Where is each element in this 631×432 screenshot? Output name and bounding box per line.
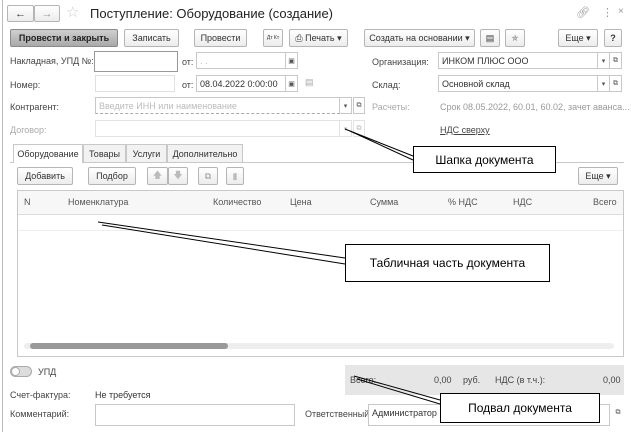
number-label: Номер: [10,80,41,90]
vat-total-value: 0,00 [603,375,621,385]
structure-icon[interactable]: ▤ [480,29,500,47]
chevron-down-icon[interactable]: ▾ [340,97,352,114]
comment-input[interactable] [95,404,295,426]
close-icon[interactable]: × [618,6,624,17]
open-icon[interactable]: ⧉ [353,97,365,114]
responsible-label: Ответственный: [305,409,372,419]
column-header-item[interactable]: Номенклатура [68,197,128,207]
tab-additional[interactable]: Дополнительно [167,144,243,162]
total-label: Всего: [350,375,377,385]
invoice-status-label: Счет-фактура: [10,390,71,400]
upd-label: УПД [38,367,57,377]
payments-link[interactable]: Срок 08.05.2022, 60.01, 60.02, зачет ава… [440,102,630,112]
column-header-sum[interactable]: Сумма [370,197,398,207]
callout-footer: Подвал документа [440,393,600,423]
invoice-number-input[interactable] [94,51,178,72]
chevron-down-icon[interactable]: ▾ [340,120,352,137]
org-label: Организация: [372,57,429,67]
column-header-total[interactable]: Всего [593,197,617,207]
column-header-quantity[interactable]: Количество [213,197,261,207]
total-value: 0,00 [434,375,452,385]
attachment-icon[interactable]: ✯ [505,29,525,47]
post-and-close-button[interactable]: Провести и закрыть [10,29,118,47]
move-up-button[interactable]: 🡅 [147,167,168,185]
chevron-down-icon: ▾ [583,32,591,43]
chevron-down-icon: ▾ [334,32,342,43]
payments-label: Расчеты: [372,102,410,112]
invoice-label: Накладная, УПД №: [10,56,94,66]
contract-input[interactable] [95,120,340,137]
open-icon[interactable]: ⧉ [353,120,365,137]
more-button[interactable]: Еще ▾ [558,29,598,47]
history-icon[interactable]: ▤ [305,77,314,88]
tab-equipment[interactable]: Оборудование [13,144,83,163]
totals-panel [345,365,624,395]
tab-services[interactable]: Услуги [126,144,167,162]
link-icon[interactable]: 🔗︎ [576,6,590,19]
open-icon[interactable]: ⧉ [612,404,624,421]
warehouse-label: Склад: [372,80,401,90]
comment-label: Комментарий: [10,409,70,419]
vat-on-top-link[interactable]: НДС сверху [440,125,490,135]
create-based-on-button[interactable]: Создать на основании ▾ [364,29,475,47]
warehouse-input[interactable]: Основной склад [438,75,598,92]
chevron-down-icon[interactable]: ▾ [598,52,610,69]
table-row-separator [18,230,623,231]
forward-button[interactable]: → [34,5,60,22]
window-title: Поступление: Оборудование (создание) [90,6,334,21]
move-down-button[interactable]: 🡇 [168,167,188,185]
calendar-icon[interactable]: ▣ [286,52,298,69]
callout-header: Шапка документа [413,146,556,173]
favorite-star-icon[interactable]: ☆ [66,3,79,21]
dt-kt-button[interactable]: Дт Кт [263,29,283,47]
organization-input[interactable]: ИНКОМ ПЛЮС ООО [438,52,598,69]
contract-label: Договор: [10,125,47,135]
invoice-date-input[interactable]: . . [196,52,286,69]
callout-table: Табличная часть документа [345,244,550,282]
counterparty-input[interactable]: Введите ИНН или наименование [95,97,340,114]
save-button[interactable]: Записать [124,29,179,47]
pick-button[interactable]: Подбор [88,167,136,185]
printer-icon: ⎙ [295,32,306,43]
date-input[interactable]: 08.04.2022 0:00:00 [196,75,286,92]
paste-icon[interactable]: ▮ [226,167,244,185]
column-header-vat-rate[interactable]: % НДС [448,197,478,207]
copy-icon[interactable]: ⧉ [198,167,218,185]
invoice-from-label: от: [182,57,194,67]
vat-total-label: НДС (в т.ч.): [495,375,546,385]
scrollbar-thumb[interactable] [30,343,228,349]
chevron-down-icon[interactable]: ▾ [598,75,610,92]
help-button[interactable]: ? [604,29,622,47]
chevron-down-icon: ▾ [462,32,470,43]
column-header-price[interactable]: Цена [290,197,312,207]
add-button[interactable]: Добавить [17,167,73,185]
post-button[interactable]: Провести [194,29,247,47]
calendar-icon[interactable]: ▣ [286,75,298,92]
date-from-label: от: [182,80,194,90]
invoice-status-value: Не требуется [95,390,151,400]
open-icon[interactable]: ⧉ [610,52,622,69]
table-more-button[interactable]: Еще ▾ [578,167,618,185]
chevron-down-icon: ▾ [603,170,611,181]
tab-goods[interactable]: Товары [83,144,126,162]
number-input[interactable] [95,75,175,92]
print-button[interactable]: ⎙ Печать ▾ [289,29,348,47]
upd-toggle[interactable] [10,366,32,377]
column-header-n[interactable]: N [24,197,31,207]
currency-label: руб. [463,375,481,385]
column-header-vat[interactable]: НДС [513,197,532,207]
counterparty-label: Контрагент: [10,102,60,112]
back-button[interactable]: ← [7,5,34,22]
more-menu-icon[interactable]: ⋮ [602,6,613,19]
open-icon[interactable]: ⧉ [610,75,622,92]
